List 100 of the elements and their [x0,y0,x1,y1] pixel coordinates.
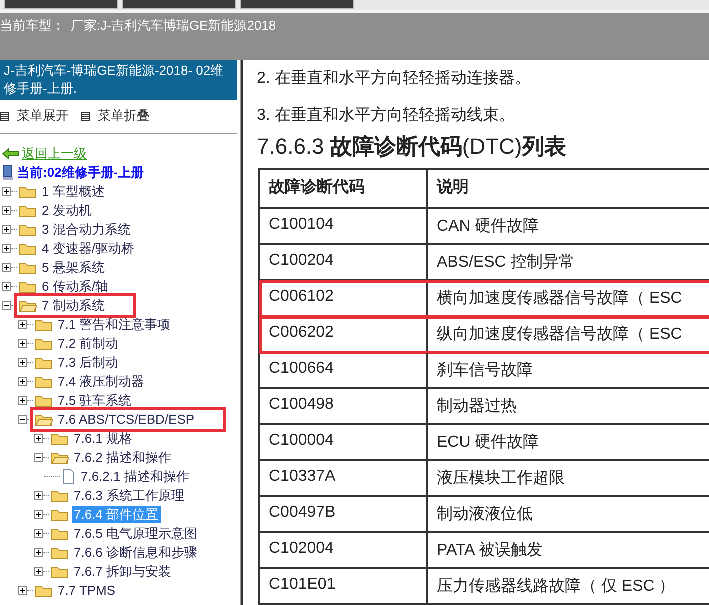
expand-icon[interactable] [34,529,43,538]
collapse-icon[interactable] [34,453,43,462]
expand-icon[interactable] [18,586,27,595]
expand-icon[interactable] [18,358,27,367]
folder-icon [35,318,53,332]
folder-icon [19,280,37,294]
expand-icon[interactable] [18,339,27,348]
table-cell: 横向加速度传感器信号故障（ ESC [428,281,709,316]
folder-icon [51,564,69,578]
table-cell: C101E01 [260,569,428,604]
tree-item[interactable]: 7.6.1 规格 [72,430,135,447]
menu-link[interactable]: 菜单折叠 [98,107,150,125]
table-cell: C100004 [260,425,428,460]
expand-icon[interactable] [2,263,11,272]
tree-item[interactable]: 2 发动机 [40,202,94,219]
tree-item[interactable]: 7.6.2 描述和操作 [72,449,174,466]
expand-icon[interactable] [34,548,43,557]
vehicle-value: 厂家:J-吉利汽车博瑞GE新能源2018 [71,17,276,35]
table-cell: ECU 硬件故障 [428,425,709,460]
tree-item[interactable]: 7.1 警告和注意事项 [56,316,173,333]
collapse-icon[interactable] [2,301,11,310]
back-link[interactable]: 返回上一级 [22,144,87,162]
expand-icon[interactable] [34,434,43,443]
manual-title: J-吉利汽车-博瑞GE新能源-2018- 02维修手册-上册. [4,62,225,98]
open-folder-icon [51,450,69,464]
tree-item[interactable]: 4 变速器/驱动桥 [40,240,136,257]
tree-item[interactable]: 7.4 液压制动器 [56,373,147,390]
tree-item[interactable]: 7.6 ABS/TCS/EBD/ESP [56,411,197,428]
expand-icon[interactable] [18,377,27,386]
folder-icon [35,336,53,350]
toolbar-button[interactable] [122,0,236,9]
tree-item[interactable]: 7 制动系统 [40,297,107,314]
collapse-icon[interactable] [18,415,27,424]
tree-item[interactable]: 5 悬架系统 [40,259,107,276]
tree-item[interactable]: 7.2 前制动 [56,335,121,352]
tree-item[interactable]: 1 车型概述 [40,183,107,200]
expand-icon[interactable] [18,396,27,405]
expand-icon[interactable] [2,282,11,291]
folder-icon [19,242,37,256]
computer-icon [2,164,14,180]
folder-icon [51,488,69,502]
table-cell: 液压模块工作超限 [428,461,709,496]
instruction-step: 3. 在垂直和水平方向轻轻摇动线束。 [257,105,709,126]
folder-icon [19,260,37,274]
folder-icon [35,394,53,408]
tree-item[interactable]: 7.6.7 拆卸与安装 [72,563,174,580]
menu-icon[interactable] [0,112,9,120]
expand-icon[interactable] [2,187,11,196]
expand-icon[interactable] [18,320,27,329]
table-cell: 制动液液位低 [428,497,709,532]
current-location: 当前:02维修手册-上册 [17,164,144,182]
table-cell: 纵向加速度传感器信号故障（ ESC [428,317,709,352]
folder-icon [51,526,69,540]
section-heading: 7.6.6.3 故障诊断代码(DTC)列表 [257,133,568,161]
expand-icon[interactable] [34,510,43,519]
toolbar-button[interactable] [4,0,118,9]
toolbar-button[interactable] [240,0,354,9]
back-arrow-icon[interactable] [2,148,20,160]
folder-icon [51,432,69,446]
table-cell: C100498 [260,389,428,424]
folder-icon [51,508,69,522]
folder-icon [19,204,37,218]
menu-link[interactable]: 菜单展开 [17,107,69,125]
table-cell: C100664 [260,353,428,388]
column-header: 说明 [428,170,709,207]
table-cell: C00497B [260,497,428,532]
table-cell: C100104 [260,209,428,244]
folder-icon [19,222,37,236]
menu-icon[interactable] [81,112,90,120]
folder-icon [35,584,53,598]
expand-icon[interactable] [34,491,43,500]
table-cell: C006202 [260,317,428,352]
table-cell: PATA 被误触发 [428,533,709,568]
tree-item[interactable]: 7.5 驻车系统 [56,392,134,409]
expand-icon[interactable] [2,206,11,215]
tree-item[interactable]: 7.3 后制动 [56,354,121,371]
table-cell: 制动器过热 [428,389,709,424]
tree-item[interactable]: 6 传动系/轴 [40,278,110,295]
table-cell: C102004 [260,533,428,568]
tree-item[interactable]: 7.6.2.1 描述和操作 [79,468,192,485]
tree-item[interactable]: 7.6.3 系统工作原理 [72,487,187,504]
page-icon [62,468,76,484]
folder-icon [35,374,53,388]
open-folder-icon [35,412,53,426]
folder-icon [35,356,53,370]
expand-icon[interactable] [2,244,11,253]
table-cell: C100204 [260,245,428,280]
expand-icon[interactable] [34,567,43,576]
table-cell: CAN 硬件故障 [428,209,709,244]
tree-item[interactable]: 3 混合动力系统 [40,221,133,238]
table-cell: 刹车信号故障 [428,353,709,388]
table-cell: ABS/ESC 控制异常 [428,245,709,280]
table-cell: 压力传感器线路故障（ 仅 ESC ） [428,569,709,604]
table-cell: C10337A [260,461,428,496]
tree-item[interactable]: 7.6.6 诊断信息和步骤 [72,544,200,561]
expand-icon[interactable] [2,225,11,234]
folder-icon [51,546,69,560]
table-cell: C006102 [260,281,428,316]
tree-item[interactable]: 7.6.5 电气原理示意图 [72,525,200,542]
tree-item[interactable]: 7.7 TPMS [56,582,118,599]
